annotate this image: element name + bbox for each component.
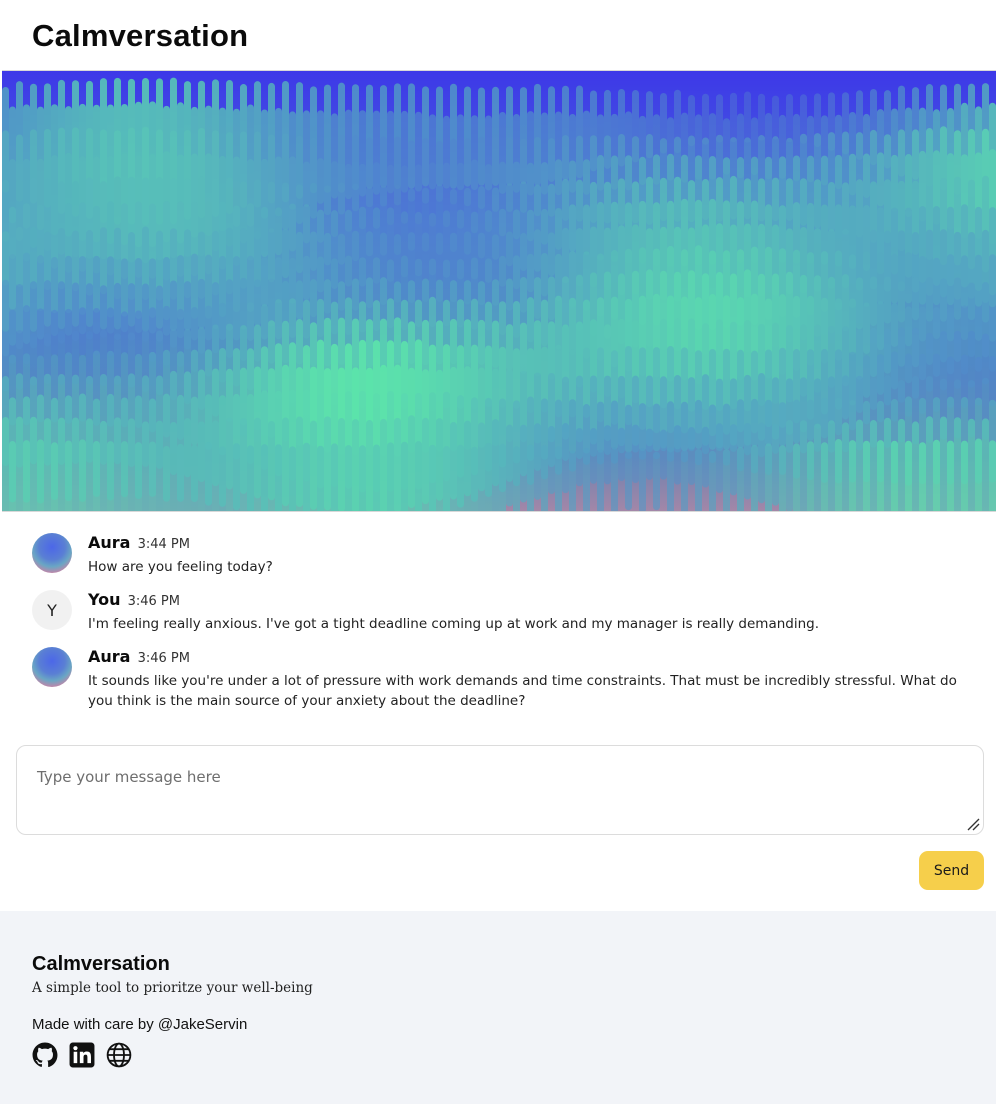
send-button[interactable]: Send [919,851,984,890]
message-sender: Aura [88,647,131,666]
message-item: Y You 3:46 PM I'm feeling really anxious… [32,589,972,634]
message-time: 3:44 PM [137,537,190,552]
message-text: I'm feeling really anxious. I've got a t… [88,616,820,632]
social-links [32,1042,964,1068]
message-composer [16,745,984,835]
message-sender: Aura [88,533,131,552]
message-body: Aura 3:46 PM It sounds like you're under… [88,646,972,711]
message-body: Aura 3:44 PM How are you feeling today? [88,532,972,577]
app-header: Calmversation [0,0,996,70]
footer-tagline: A simple tool to prioritze your well-bei… [32,980,313,996]
message-item: Aura 3:44 PM How are you feeling today? [32,532,972,577]
message-list: Aura 3:44 PM How are you feeling today? … [32,532,972,723]
message-time: 3:46 PM [137,651,190,666]
message-header: You 3:46 PM [88,589,972,613]
message-time: 3:46 PM [127,594,180,609]
globe-icon[interactable] [106,1042,132,1068]
aura-avatar [32,533,72,573]
message-input[interactable] [17,746,983,834]
user-avatar: Y [32,590,72,630]
linkedin-icon[interactable] [69,1042,95,1068]
aura-avatar [32,647,72,687]
app-title: Calmversation [32,18,249,53]
message-item: Aura 3:46 PM It sounds like you're under… [32,646,972,711]
message-text: How are you feeling today? [88,559,273,575]
message-header: Aura 3:44 PM [88,532,972,556]
message-sender: You [88,590,121,609]
hero-wave-art [2,71,996,511]
message-body: You 3:46 PM I'm feeling really anxious. … [88,589,972,634]
resize-grip-icon[interactable] [966,817,980,831]
footer-title: Calmversation [32,953,170,975]
message-header: Aura 3:46 PM [88,646,972,670]
message-text: It sounds like you're under a lot of pre… [88,673,957,709]
footer-credit: Made with care by @JakeServin [32,1016,248,1033]
hero-visualization [2,70,996,512]
site-footer: Calmversation A simple tool to prioritze… [0,911,996,1104]
github-icon[interactable] [32,1042,58,1068]
